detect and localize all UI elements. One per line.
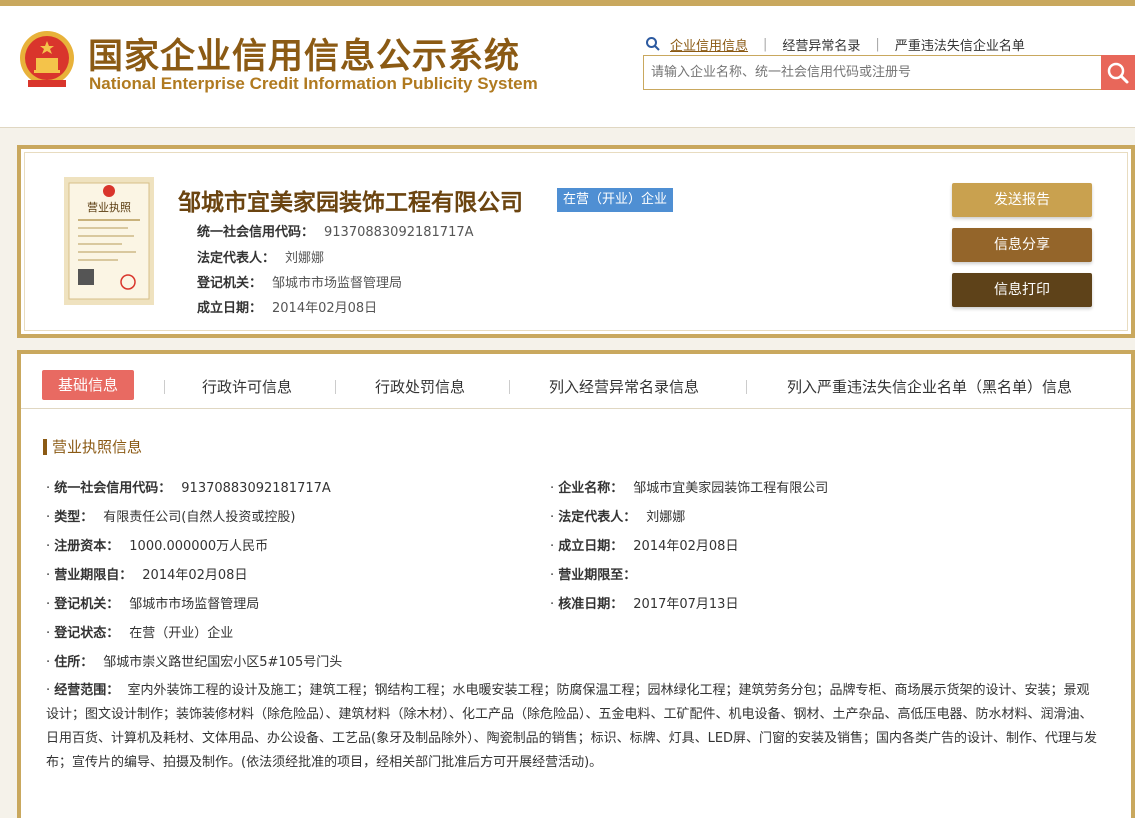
section-title: 营业执照信息 (43, 439, 142, 455)
field-address: · 住所： 邹城市崇义路世纪国宏小区5#105号门头 (46, 655, 343, 670)
site-title: 国家企业信用信息公示系统 (88, 37, 521, 77)
field-legal-rep: · 法定代表人： 刘娜娜 (550, 510, 686, 525)
send-report-button[interactable]: 发送报告 (952, 183, 1092, 217)
tab-admin-penalty[interactable]: 行政处罚信息 (375, 376, 465, 398)
company-summary-card: 营业执照 邹城市宜美家园装饰工程有限公司 在营（开业）企业 统一社会信用代码： 9… (17, 145, 1135, 338)
info-legal-rep: 法定代表人： 刘娜娜 (197, 251, 325, 266)
business-license-icon[interactable]: 营业执照 (64, 177, 154, 305)
share-button[interactable]: 信息分享 (952, 228, 1092, 262)
site-subtitle: National Enterprise Credit Information P… (89, 74, 538, 93)
search-button[interactable] (1101, 55, 1135, 90)
nav-blacklist[interactable]: 严重违法失信企业名单 (895, 35, 1025, 54)
tab-bar: 基础信息 行政许可信息 行政处罚信息 列入经营异常名录信息 列入严重违法失信企业… (21, 354, 1131, 409)
search-icon (646, 37, 660, 51)
field-approval-date: · 核准日期： 2017年07月13日 (550, 597, 739, 612)
field-authority: · 登记机关： 邹城市市场监督管理局 (46, 597, 260, 612)
info-founded: 成立日期： 2014年02月08日 (197, 301, 378, 316)
tab-basic-info[interactable]: 基础信息 (42, 370, 135, 400)
info-authority: 登记机关： 邹城市市场监督管理局 (197, 276, 403, 291)
field-founded: · 成立日期： 2014年02月08日 (550, 539, 739, 554)
national-emblem-icon (20, 31, 74, 87)
field-term-to: · 营业期限至： (550, 568, 637, 583)
field-credit-code: · 统一社会信用代码： 91370883092181717A (46, 481, 331, 496)
print-button[interactable]: 信息打印 (952, 273, 1092, 307)
tab-abnormal-list[interactable]: 列入经营异常名录信息 (549, 376, 699, 398)
tab-blacklist[interactable]: 列入严重违法失信企业名单（黑名单）信息 (787, 376, 1072, 398)
field-company-name: · 企业名称： 邹城市宜美家园装饰工程有限公司 (550, 481, 829, 496)
search-input[interactable] (643, 55, 1103, 90)
field-type: · 类型： 有限责任公司(自然人投资或控股) (46, 510, 296, 525)
site-header: 国家企业信用信息公示系统 National Enterprise Credit … (0, 0, 1135, 128)
info-credit-code: 统一社会信用代码： 91370883092181717A (197, 225, 474, 240)
search-icon (1107, 62, 1129, 83)
top-nav: 企业信用信息 | 经营异常名录 | 严重违法失信企业名单 (645, 34, 1025, 54)
nav-separator: | (763, 36, 768, 52)
nav-separator: | (875, 36, 880, 52)
detail-panel: 基础信息 行政许可信息 行政处罚信息 列入经营异常名录信息 列入严重违法失信企业… (17, 350, 1135, 818)
nav-abnormal-list[interactable]: 经营异常名录 (782, 35, 860, 54)
company-name: 邹城市宜美家园装饰工程有限公司 (178, 190, 523, 216)
tab-admin-license[interactable]: 行政许可信息 (202, 376, 292, 398)
status-badge: 在营（开业）企业 (557, 188, 674, 212)
field-term-from: · 营业期限自： 2014年02月08日 (46, 568, 248, 583)
license-label: 营业执照 (87, 200, 131, 214)
field-business-scope: · 经营范围： 室内外装饰工程的设计及施工；建筑工程；钢结构工程；水电暖安装工程… (46, 683, 1098, 770)
field-reg-status: · 登记状态： 在营（开业）企业 (46, 626, 234, 641)
nav-credit-info[interactable]: 企业信用信息 (670, 35, 748, 54)
field-capital: · 注册资本： 1000.000000万人民币 (46, 539, 269, 554)
